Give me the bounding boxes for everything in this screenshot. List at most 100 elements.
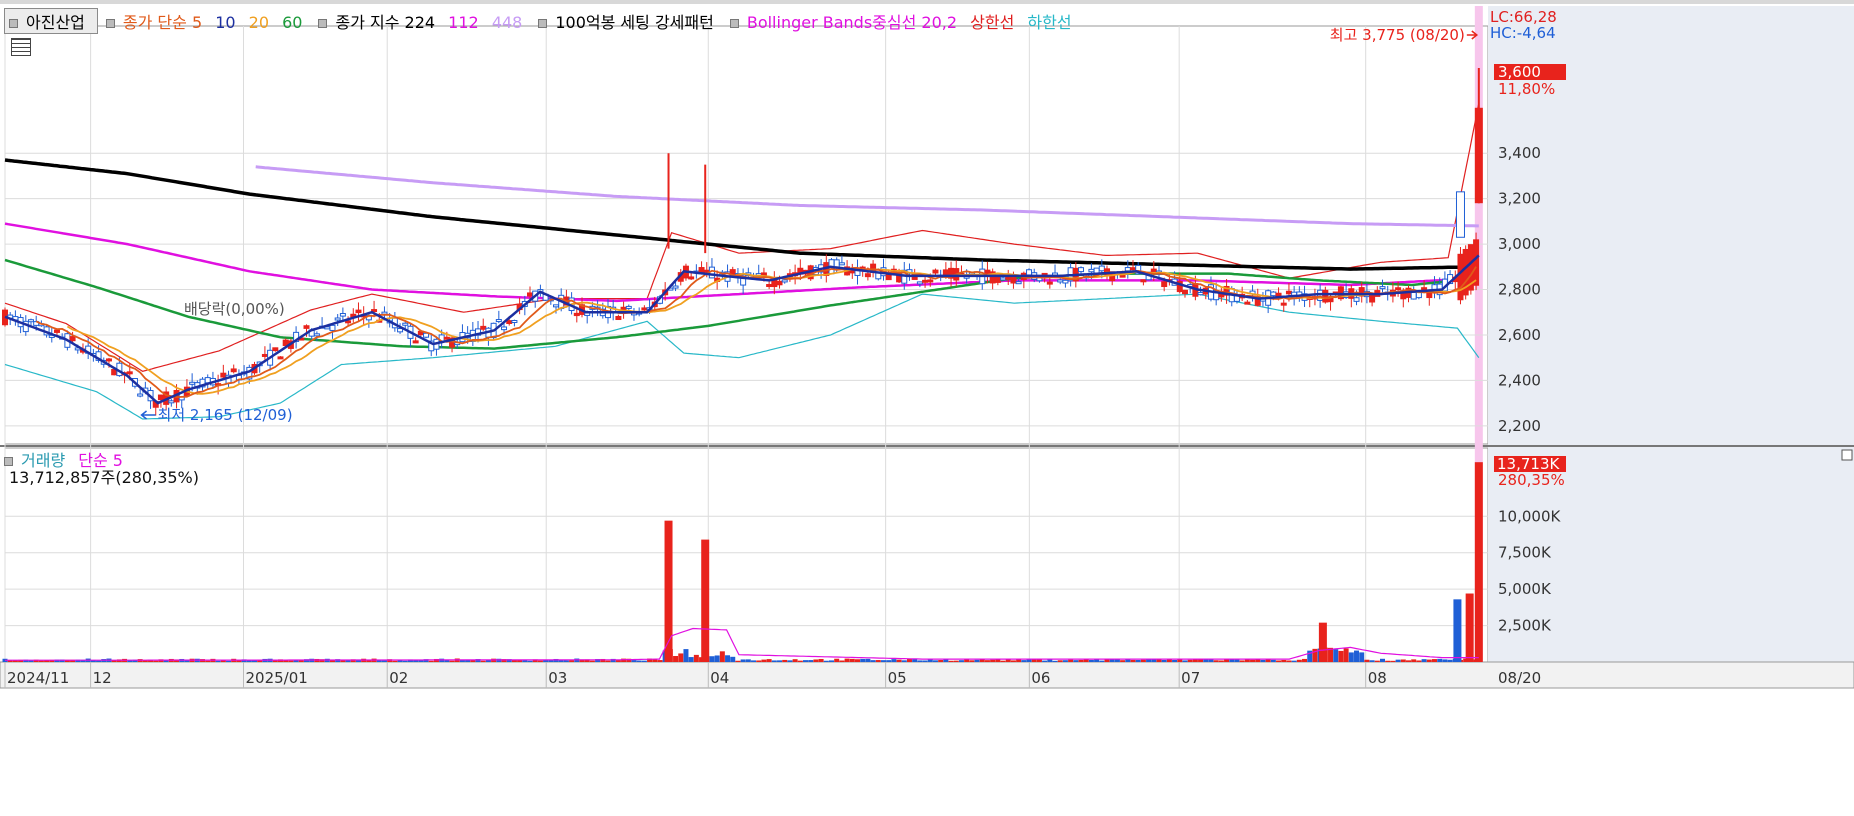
legend-ma: 종가 단순 5 10 20 60 [105,13,311,32]
volume-bar [797,660,803,662]
volume-bar [1156,659,1162,662]
volume-bar [777,660,783,662]
volume-tick-label: 2,500K [1498,617,1552,635]
legend-ma60: 60 [282,13,303,32]
volume-spike-bar [701,539,710,662]
stock-name-button[interactable]: 아진산업 [4,8,98,34]
price-badge-text: 3,600 [1498,63,1541,81]
candle-body [625,305,632,309]
volume-bar [1042,660,1048,662]
volume-bar [636,660,642,662]
y-tick-label: 3,200 [1498,190,1541,208]
candle-body [1244,301,1251,305]
volume-bar [1431,659,1437,662]
volume-bar [1099,660,1105,662]
candle-body [1421,287,1428,291]
volume-bar [1073,660,1079,662]
volume-bar [823,660,829,662]
volume-bar [657,660,663,662]
candle-body [1395,287,1402,291]
candle-body [1285,290,1292,295]
volume-bar [1390,660,1396,662]
table-grid-icon[interactable] [11,38,31,56]
y-tick-label: 2,600 [1498,326,1541,344]
volume-bar [283,660,289,662]
volume-bar [1172,659,1178,662]
candle-body [1129,267,1136,271]
volume-value: 13,712,857주(280,35%) [9,468,200,487]
volume-bar [891,659,897,662]
candle-body [1379,286,1386,290]
volume-bar [449,660,455,662]
volume-bar [761,659,767,662]
candle-body [189,381,196,385]
volume-bar [1302,658,1308,662]
candle-body [126,371,133,375]
candle-body [922,279,929,283]
volume-bar [1270,659,1276,662]
volume-bar [215,660,221,662]
x-tick-label: 08 [1368,669,1387,687]
volume-bar [1078,659,1084,662]
close-pane-icon [1841,449,1853,461]
legend-bb: Bollinger Bands중심선 20,2 상한선 하한선 [729,13,1080,32]
candle-body [339,313,346,317]
volume-bar [569,660,575,662]
volume-bar [1192,659,1198,662]
volume-bar [1182,660,1188,662]
candle-body [1010,276,1017,284]
volume-bar [485,660,491,662]
volume-bar [1010,660,1016,662]
volume-bar [1208,659,1214,662]
legend-exp-label: 종가 지수 224 [335,13,436,32]
volume-spike-bar [1453,599,1462,662]
volume-bar [818,658,824,662]
volume-bar [1395,659,1401,662]
candle-body [615,316,622,321]
candle-body [1431,284,1438,290]
volume-bar [990,659,996,662]
volume-bar [1198,659,1204,662]
candle-body [303,325,310,329]
volume-bar [1296,659,1302,662]
volume-bar [813,659,819,662]
y-tick-label: 2,200 [1498,417,1541,435]
legend-square-icon [729,19,739,28]
candle-body [916,281,923,285]
volume-bar [1000,660,1006,662]
volume-bar [860,658,866,662]
volume-bar [1447,659,1453,662]
low-annotation: 최저 2,165 (12/09) [158,406,293,424]
volume-spike-bar [1474,462,1483,662]
volume-bar [865,658,871,662]
volume-bar [527,660,533,662]
volume-bar [803,660,809,662]
candle-body [511,319,518,323]
candle-body [1197,292,1204,296]
volume-bar [1359,652,1365,662]
volume-bar [522,660,528,662]
volume-bar [1369,660,1375,662]
candle-body [480,325,487,330]
candle-body [27,319,34,323]
candle-body [527,292,534,297]
volume-bar [205,660,211,662]
dividend-annotation: 배당락(0,00%) [184,300,285,318]
volume-bar [1364,659,1370,662]
legend-square-icon [105,19,115,28]
candle-body [1353,297,1360,302]
volume-bar [376,660,382,662]
candle-body [412,340,419,344]
volume-bar [1400,659,1406,662]
candle-body [1322,289,1329,303]
volume-bar [1411,659,1417,662]
volume-bar [948,660,954,662]
volume-badge-pct: 280,35% [1498,471,1565,489]
volume-bar [1213,660,1219,662]
volume-bar [725,655,731,662]
candle-body [157,394,164,401]
candle-body [1088,268,1095,273]
y-tick-label: 2,800 [1498,281,1541,299]
volume-bar [1239,660,1245,662]
volume-bar [709,656,715,662]
